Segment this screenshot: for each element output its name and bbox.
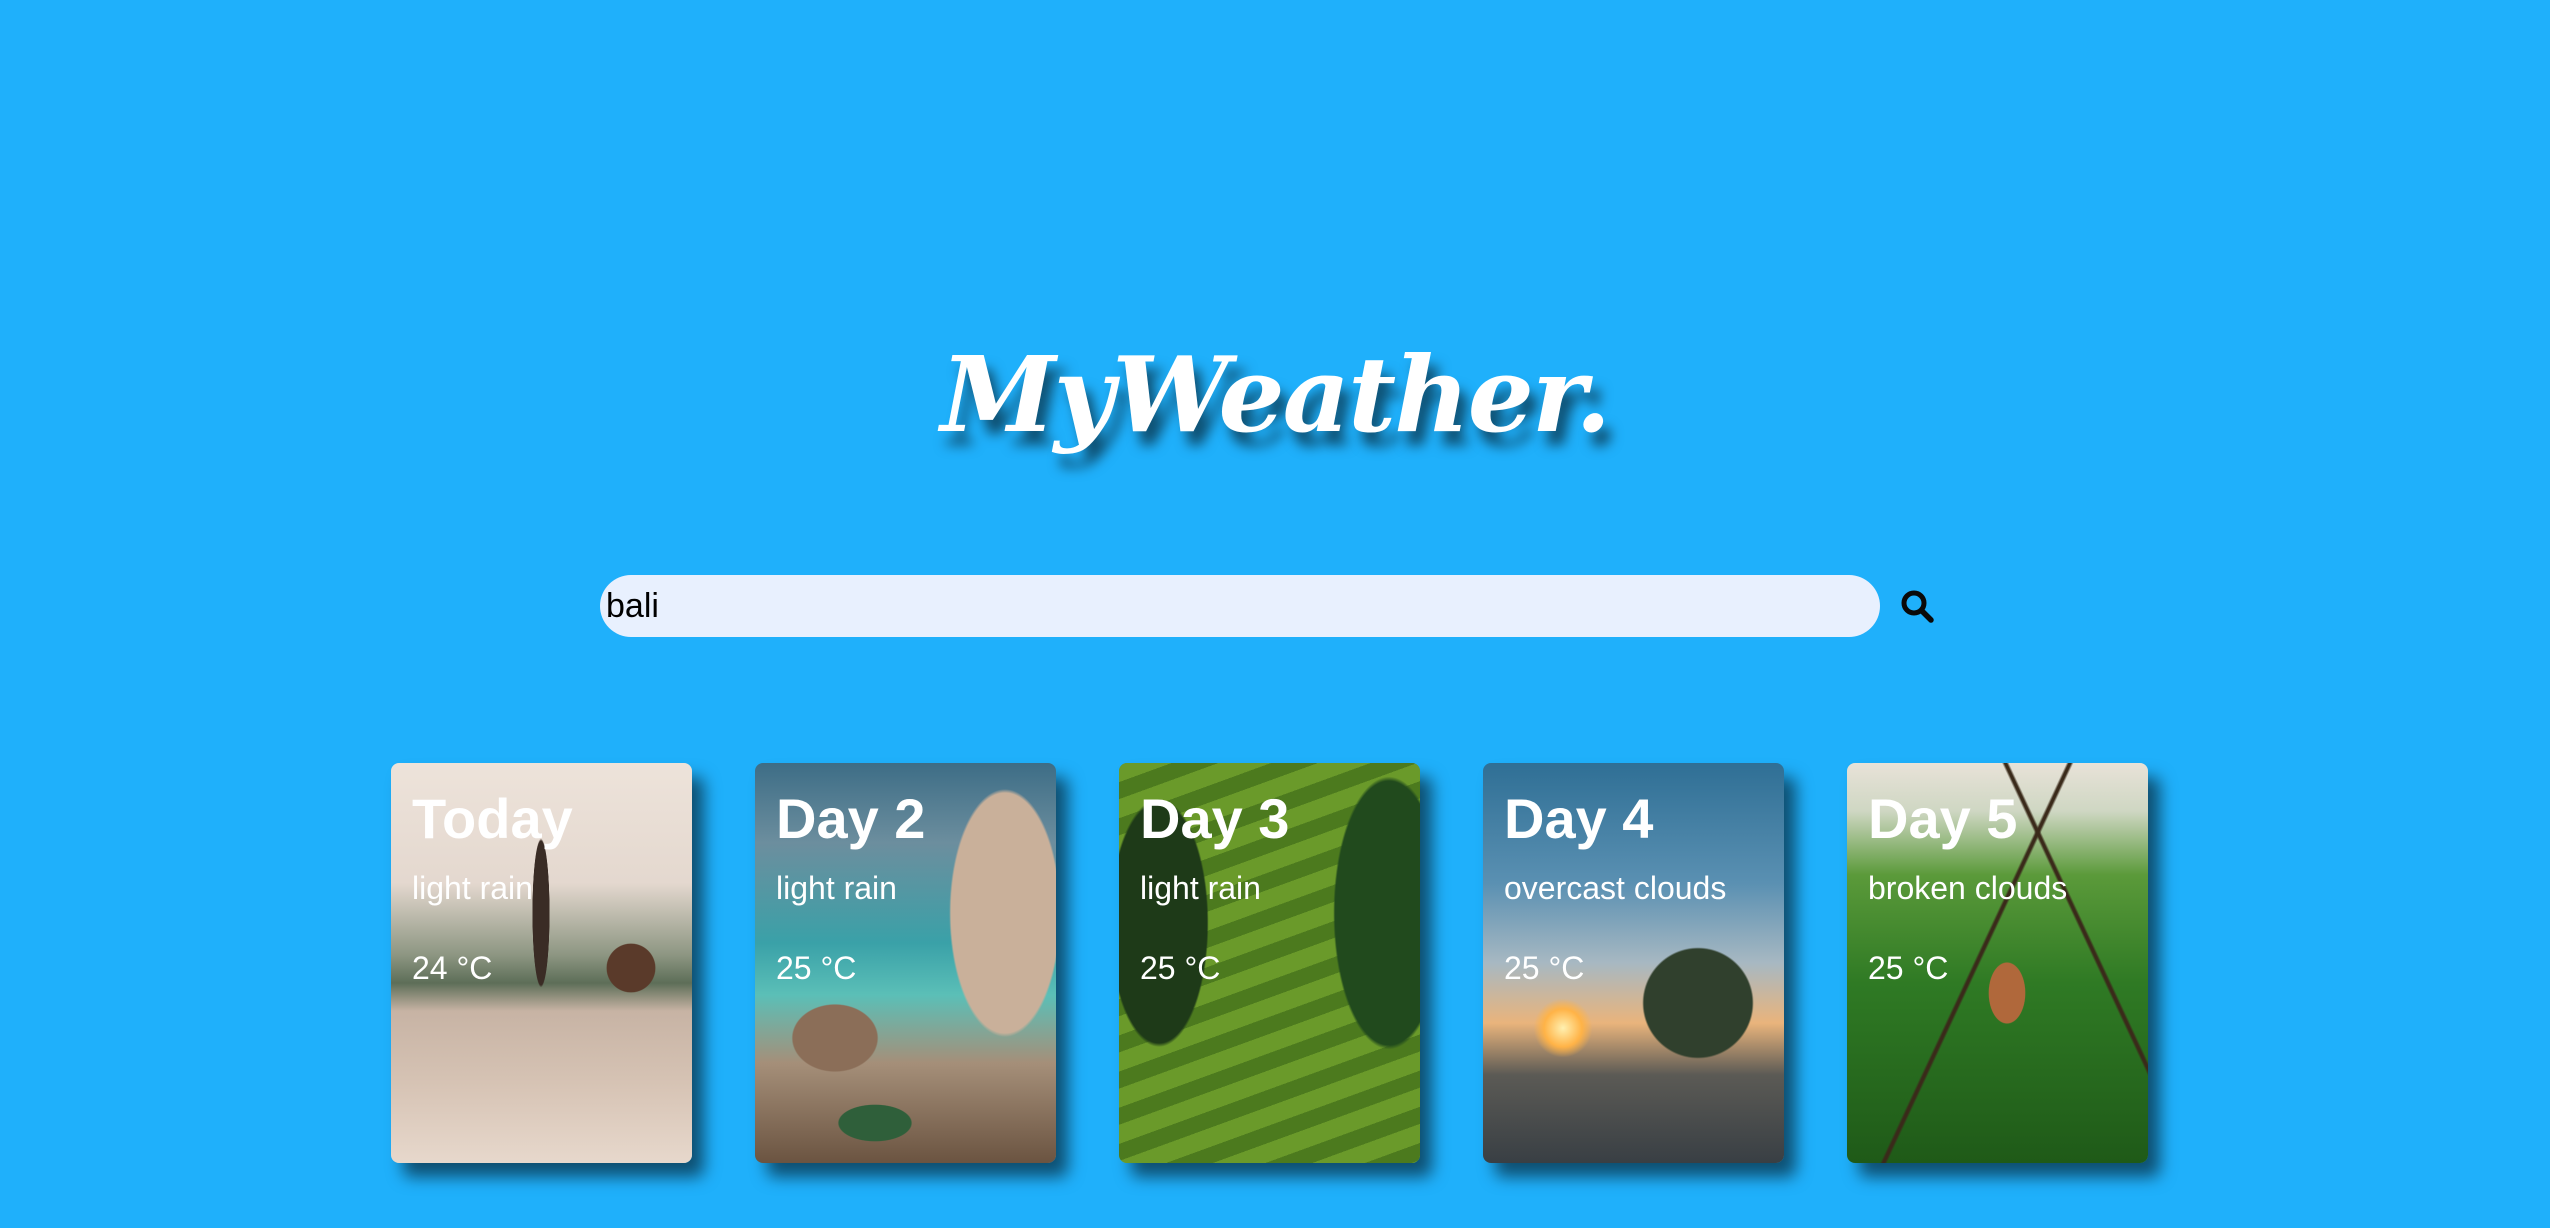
forecast-cards: Today light rain 24 °C Day 2 light rain … — [391, 763, 2151, 1163]
forecast-card-day-4[interactable]: Day 4 overcast clouds 25 °C — [1483, 763, 1784, 1163]
card-description: broken clouds — [1868, 870, 2068, 906]
card-temperature: 25 °C — [776, 950, 857, 986]
card-description: light rain — [1140, 870, 1261, 906]
card-title: Today — [412, 787, 573, 850]
forecast-card-day-5[interactable]: Day 5 broken clouds 25 °C — [1847, 763, 2148, 1163]
forecast-card-today[interactable]: Today light rain 24 °C — [391, 763, 692, 1163]
card-temperature: 25 °C — [1140, 950, 1221, 986]
search-button[interactable] — [1892, 581, 1942, 631]
card-temperature: 24 °C — [412, 950, 493, 986]
card-description: overcast clouds — [1504, 870, 1727, 906]
card-temperature: 25 °C — [1504, 950, 1585, 986]
app-logo: MyWeather. — [940, 333, 1612, 456]
search-icon — [1901, 590, 1934, 623]
forecast-card-day-2[interactable]: Day 2 light rain 25 °C — [755, 763, 1056, 1163]
card-title: Day 3 — [1140, 787, 1290, 850]
search-input[interactable] — [600, 575, 1880, 637]
card-description: light rain — [776, 870, 897, 906]
card-title: Day 5 — [1868, 787, 2018, 850]
forecast-card-day-3[interactable]: Day 3 light rain 25 °C — [1119, 763, 1420, 1163]
card-description: light rain — [412, 870, 533, 906]
card-title: Day 2 — [776, 787, 926, 850]
search-bar — [600, 575, 1940, 637]
card-title: Day 4 — [1504, 787, 1654, 850]
card-temperature: 25 °C — [1868, 950, 1949, 986]
